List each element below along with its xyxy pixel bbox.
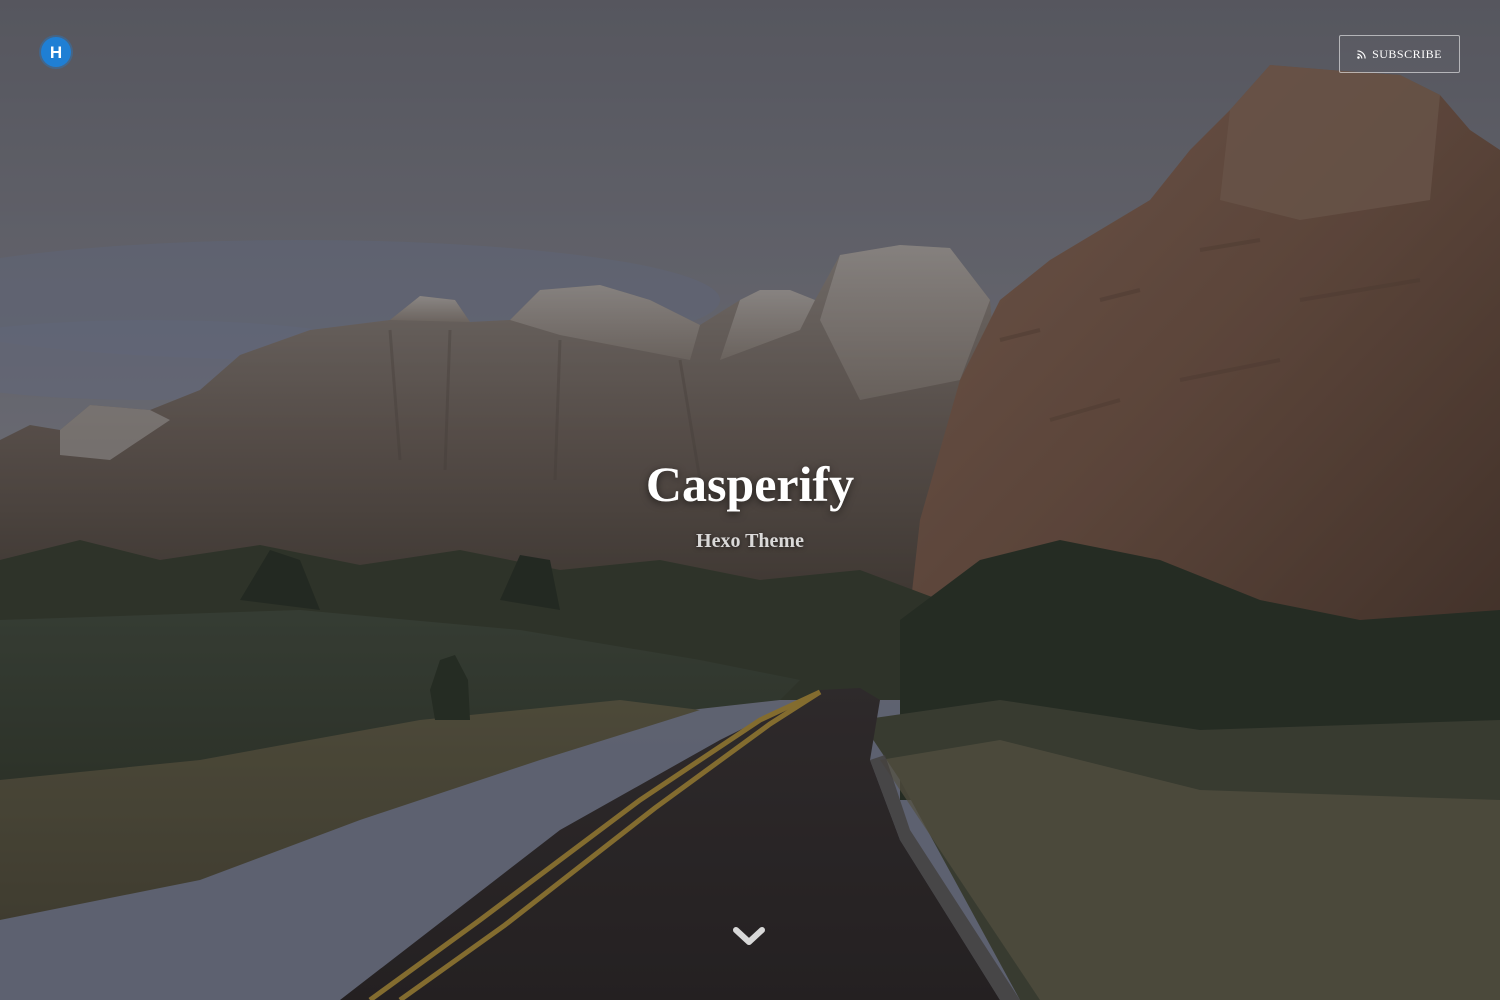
scroll-down-button[interactable] xyxy=(728,920,770,954)
blog-logo[interactable]: H xyxy=(41,37,71,67)
chevron-down-icon xyxy=(733,927,765,945)
subscribe-button[interactable]: SUBSCRIBE xyxy=(1339,35,1460,73)
hexo-logo-icon: H xyxy=(49,42,63,62)
hero-header: H SUBSCRIBE Casperify Hexo Theme xyxy=(0,0,1500,1000)
hero-title-block: Casperify Hexo Theme xyxy=(0,452,1500,553)
blog-title: Casperify xyxy=(645,456,855,512)
subscribe-label: SUBSCRIBE xyxy=(1372,46,1442,61)
blog-description: Hexo Theme xyxy=(696,530,804,552)
rss-icon xyxy=(1357,49,1366,59)
